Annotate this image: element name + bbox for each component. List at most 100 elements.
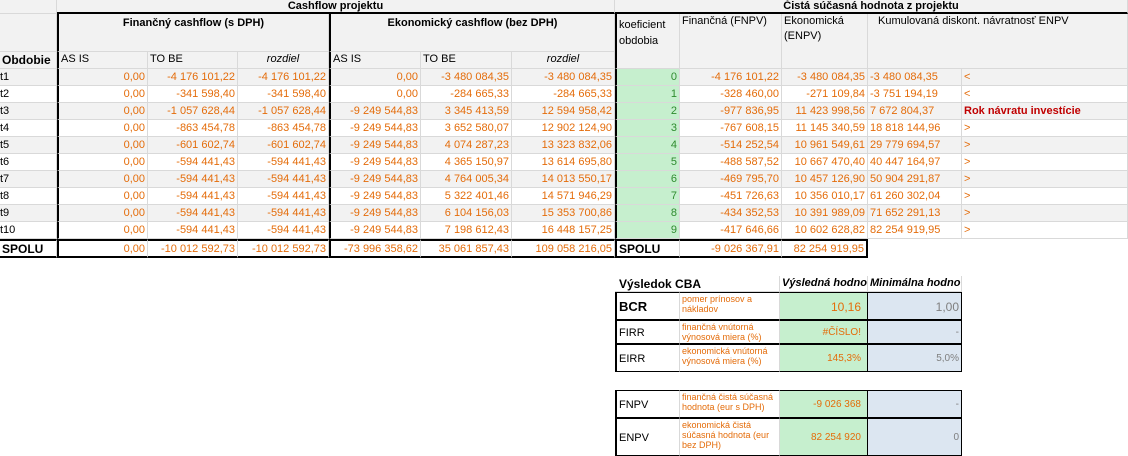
- f-tobe-cell[interactable]: -594 441,43: [148, 154, 238, 171]
- fnpv-header[interactable]: Finančná (FNPV): [680, 14, 782, 69]
- kumulovana-cell[interactable]: 50 904 291,87: [868, 171, 962, 188]
- enpv-cell[interactable]: 10 356 010,17: [782, 188, 868, 205]
- e-asis-cell[interactable]: -9 249 544,83: [329, 188, 421, 205]
- period-cell[interactable]: t4: [0, 120, 57, 137]
- cba-min-bcr[interactable]: 1,00: [868, 292, 962, 320]
- e-diff-cell[interactable]: -3 480 084,35: [512, 69, 615, 86]
- cba-name-firr[interactable]: FIRR: [615, 320, 680, 344]
- cba-desc-firr[interactable]: finančná vnútorná výnosová miera (%): [680, 320, 780, 344]
- koeficient-cell[interactable]: 8: [615, 205, 680, 222]
- fnpv-cell[interactable]: -328 460,00: [680, 86, 782, 103]
- koeficient-cell[interactable]: 0: [615, 69, 680, 86]
- enpv-cell[interactable]: 10 602 628,82: [782, 222, 868, 239]
- fnpv-cell[interactable]: -469 795,70: [680, 171, 782, 188]
- flag-cell[interactable]: >: [962, 205, 1128, 222]
- e-tobe-cell[interactable]: 4 365 150,97: [421, 154, 512, 171]
- e-tobe-cell[interactable]: -3 480 084,35: [421, 69, 512, 86]
- total-f-tobe[interactable]: -10 012 592,73: [148, 239, 238, 258]
- period-cell[interactable]: t2: [0, 86, 57, 103]
- f-tobe-cell[interactable]: -341 598,40: [148, 86, 238, 103]
- koeficient-cell[interactable]: 1: [615, 86, 680, 103]
- cba-value-bcr[interactable]: 10,16: [780, 292, 868, 320]
- flag-cell[interactable]: >: [962, 137, 1128, 154]
- f-asis-cell[interactable]: 0,00: [57, 188, 148, 205]
- period-cell[interactable]: t1: [0, 69, 57, 86]
- e-rozdiel-header[interactable]: rozdiel: [512, 52, 615, 69]
- e-tobe-cell[interactable]: -284 665,33: [421, 86, 512, 103]
- enpv-cell[interactable]: 11 145 340,59: [782, 120, 868, 137]
- koeficient-cell[interactable]: 2: [615, 103, 680, 120]
- fnpv-cell[interactable]: -434 352,53: [680, 205, 782, 222]
- total-label-2[interactable]: SPOLU: [615, 239, 680, 258]
- total-f-asis[interactable]: 0,00: [57, 239, 148, 258]
- f-diff-cell[interactable]: -601 602,74: [238, 137, 329, 154]
- flag-cell[interactable]: >: [962, 188, 1128, 205]
- period-cell[interactable]: t7: [0, 171, 57, 188]
- cba-col-min[interactable]: Minimálna hodnota: [868, 276, 962, 292]
- f-asis-cell[interactable]: 0,00: [57, 120, 148, 137]
- fnpv-cell[interactable]: -977 836,95: [680, 103, 782, 120]
- enpv-cell[interactable]: 11 423 998,56: [782, 103, 868, 120]
- e-tobe-header[interactable]: TO BE: [421, 52, 512, 69]
- e-tobe-cell[interactable]: 3 652 580,07: [421, 120, 512, 137]
- e-asis-header[interactable]: AS IS: [329, 52, 421, 69]
- f-tobe-cell[interactable]: -594 441,43: [148, 222, 238, 239]
- total-enpv[interactable]: 82 254 919,95: [782, 239, 868, 258]
- enpv-cell[interactable]: 10 667 470,40: [782, 154, 868, 171]
- period-cell[interactable]: t9: [0, 205, 57, 222]
- cba-min-enpv[interactable]: 0: [868, 418, 962, 456]
- e-asis-cell[interactable]: 0,00: [329, 86, 421, 103]
- f-tobe-cell[interactable]: -601 602,74: [148, 137, 238, 154]
- f-tobe-cell[interactable]: -594 441,43: [148, 205, 238, 222]
- koeficient-cell[interactable]: 6: [615, 171, 680, 188]
- total-e-tobe[interactable]: 35 061 857,43: [421, 239, 512, 258]
- cba-min-eirr[interactable]: 5,0%: [868, 344, 962, 372]
- obdobie-header[interactable]: Obdobie: [0, 52, 57, 69]
- e-asis-cell[interactable]: -9 249 544,83: [329, 154, 421, 171]
- period-cell[interactable]: t10: [0, 222, 57, 239]
- cba-value-firr[interactable]: #ČÍSLO!: [780, 320, 868, 344]
- e-asis-cell[interactable]: 0,00: [329, 69, 421, 86]
- kumulovana-cell[interactable]: 71 652 291,13: [868, 205, 962, 222]
- f-asis-cell[interactable]: 0,00: [57, 69, 148, 86]
- e-diff-cell[interactable]: 16 448 157,25: [512, 222, 615, 239]
- kumulovana-cell[interactable]: 29 779 694,57: [868, 137, 962, 154]
- f-diff-cell[interactable]: -341 598,40: [238, 86, 329, 103]
- e-diff-cell[interactable]: 13 323 832,06: [512, 137, 615, 154]
- kumulovana-cell[interactable]: 7 672 804,37: [868, 103, 962, 120]
- cba-desc-bcr[interactable]: pomer prínosov a nákladov: [680, 292, 780, 320]
- cba-name-eirr[interactable]: EIRR: [615, 344, 680, 372]
- f-asis-cell[interactable]: 0,00: [57, 222, 148, 239]
- cba-desc-enpv[interactable]: ekonomická čistá súčasná hodnota (eur be…: [680, 418, 780, 456]
- e-asis-cell[interactable]: -9 249 544,83: [329, 205, 421, 222]
- e-tobe-cell[interactable]: 4 764 005,34: [421, 171, 512, 188]
- e-asis-cell[interactable]: -9 249 544,83: [329, 137, 421, 154]
- total-fnpv[interactable]: -9 026 367,91: [680, 239, 782, 258]
- f-tobe-cell[interactable]: -4 176 101,22: [148, 69, 238, 86]
- enpv-cell[interactable]: -3 480 084,35: [782, 69, 868, 86]
- period-cell[interactable]: t3: [0, 103, 57, 120]
- e-tobe-cell[interactable]: 6 104 156,03: [421, 205, 512, 222]
- cba-value-eirr[interactable]: 145,3%: [780, 344, 868, 372]
- kumulovana-header[interactable]: Kumulovaná diskont. návratnosť ENPV: [868, 14, 1128, 69]
- e-diff-cell[interactable]: 13 614 695,80: [512, 154, 615, 171]
- f-rozdiel-header[interactable]: rozdiel: [238, 52, 329, 69]
- flag-cell[interactable]: >: [962, 171, 1128, 188]
- kumulovana-cell[interactable]: 40 447 164,97: [868, 154, 962, 171]
- fnpv-cell[interactable]: -417 646,66: [680, 222, 782, 239]
- fnpv-cell[interactable]: -488 587,52: [680, 154, 782, 171]
- cba-value-fnpv[interactable]: -9 026 368: [780, 390, 868, 418]
- period-cell[interactable]: t8: [0, 188, 57, 205]
- cba-min-fnpv[interactable]: -: [868, 390, 962, 418]
- cista-sucasna-header[interactable]: Čistá súčasná hodnota z projektu: [615, 0, 1128, 14]
- e-diff-cell[interactable]: 15 353 700,86: [512, 205, 615, 222]
- flag-cell[interactable]: <: [962, 86, 1128, 103]
- total-f-diff[interactable]: -10 012 592,73: [238, 239, 329, 258]
- cba-min-firr[interactable]: -: [868, 320, 962, 344]
- koeficient-cell[interactable]: 9: [615, 222, 680, 239]
- ekonomicky-cashflow-header[interactable]: Ekonomický cashflow (bez DPH): [329, 14, 615, 52]
- corner-cell[interactable]: [0, 0, 57, 14]
- f-tobe-cell[interactable]: -594 441,43: [148, 171, 238, 188]
- f-diff-cell[interactable]: -1 057 628,44: [238, 103, 329, 120]
- period-cell[interactable]: t6: [0, 154, 57, 171]
